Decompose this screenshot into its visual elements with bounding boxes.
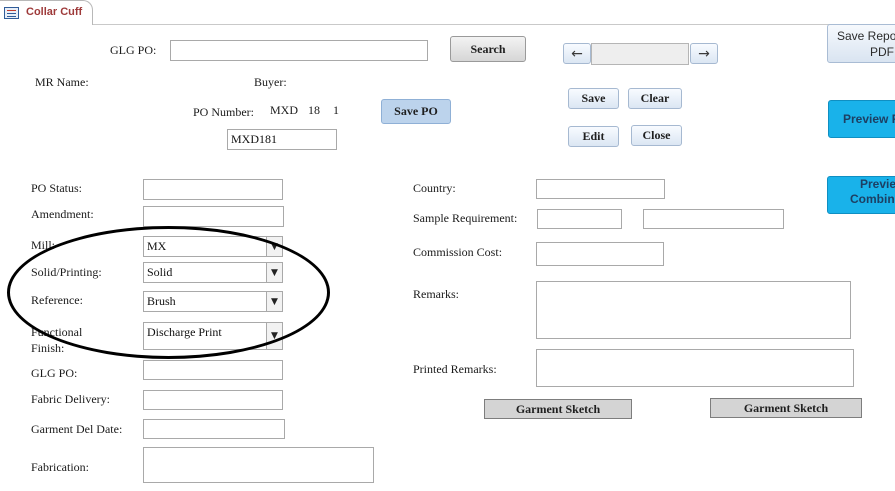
po-number-field[interactable]: MXD181 [227, 129, 337, 150]
sample-requirement-label: Sample Requirement: [413, 211, 518, 225]
garment-sketch-button-left[interactable]: Garment Sketch [484, 399, 632, 419]
po-status-label: PO Status: [31, 181, 83, 195]
functional-finish-value: Discharge Print [147, 325, 222, 339]
tab-title: Collar Cuff [26, 6, 83, 18]
pdf-label: PDF [870, 45, 894, 59]
reference-combo[interactable]: Brush ▼ [143, 291, 283, 312]
combined-label: Combine [850, 192, 895, 206]
solid-printing-combo[interactable]: Solid ▼ [143, 262, 283, 283]
glg-po-label: GLG PO: [110, 43, 157, 57]
clear-button[interactable]: Clear [628, 88, 682, 109]
chevron-down-icon[interactable]: ▼ [266, 292, 282, 311]
reference-value: Brush [147, 294, 176, 308]
save-report-pdf-button[interactable]: Save Repo PDF [827, 24, 895, 63]
tab-collar-cuff[interactable]: Collar Cuff [0, 0, 93, 25]
arrow-left-icon[interactable]: ← [563, 43, 591, 64]
commission-cost-field[interactable] [536, 242, 664, 266]
chevron-down-icon[interactable]: ▼ [266, 237, 282, 256]
functional-finish-combo[interactable]: Discharge Print ▼ [143, 322, 283, 350]
glg-po-search-input[interactable] [170, 40, 428, 61]
finish-label: Finish: [31, 341, 65, 355]
fabric-delivery-label: Fabric Delivery: [31, 392, 110, 406]
save-po-button[interactable]: Save PO [381, 99, 451, 124]
remarks-field[interactable] [536, 281, 851, 339]
arrow-right-icon[interactable]: → [690, 43, 718, 64]
po-number-prefix: MXD [270, 103, 299, 117]
po-number-label: PO Number: [193, 105, 254, 119]
garment-sketch-button-right[interactable]: Garment Sketch [710, 398, 862, 418]
reference-label: Reference: [31, 293, 83, 307]
solid-printing-label: Solid/Printing: [31, 265, 102, 279]
close-button[interactable]: Close [631, 125, 682, 146]
preview-label: Previe [860, 177, 895, 191]
chevron-down-icon[interactable]: ▼ [266, 263, 282, 282]
save-button[interactable]: Save [568, 88, 619, 109]
fabrication-label: Fabrication: [31, 460, 89, 474]
amendment-label: Amendment: [31, 207, 94, 221]
garment-del-date-label: Garment Del Date: [31, 422, 123, 436]
garment-del-date-field[interactable] [143, 419, 285, 439]
preview-combined-button[interactable]: Previe Combine [827, 176, 895, 214]
solid-printing-value: Solid [147, 265, 173, 279]
search-button[interactable]: Search [450, 36, 526, 62]
buyer-label: Buyer: [254, 75, 287, 89]
po-number-seq: 1 [333, 103, 339, 117]
fabric-delivery-field[interactable] [143, 390, 283, 410]
remarks-label: Remarks: [413, 287, 459, 301]
record-navigator-box[interactable] [591, 43, 689, 65]
mill-value: MX [147, 239, 167, 253]
save-report-label: Save Repo [837, 29, 895, 43]
commission-cost-label: Commission Cost: [413, 245, 503, 259]
sample-requirement-field-2[interactable] [643, 209, 784, 229]
mill-combo[interactable]: MX ▼ [143, 236, 283, 257]
form-icon [4, 7, 19, 19]
chevron-down-icon[interactable]: ▼ [266, 323, 282, 349]
edit-button[interactable]: Edit [568, 126, 619, 147]
fabrication-field[interactable] [143, 447, 374, 483]
country-label: Country: [413, 181, 456, 195]
functional-label: Functional [31, 325, 83, 339]
mr-name-label: MR Name: [35, 75, 89, 89]
po-status-field[interactable] [143, 179, 283, 200]
printed-remarks-label: Printed Remarks: [413, 362, 497, 376]
printed-remarks-field[interactable] [536, 349, 854, 387]
document-tab-strip [0, 0, 895, 25]
glg-po-2-field[interactable] [143, 360, 283, 380]
glg-po-2-label: GLG PO: [31, 366, 78, 380]
amendment-field[interactable] [143, 206, 284, 227]
preview-report-button[interactable]: Preview R [828, 100, 895, 138]
sample-requirement-field-1[interactable] [537, 209, 622, 229]
mill-label: Mill: [31, 238, 56, 252]
country-field[interactable] [536, 179, 665, 199]
po-number-year: 18 [308, 103, 320, 117]
